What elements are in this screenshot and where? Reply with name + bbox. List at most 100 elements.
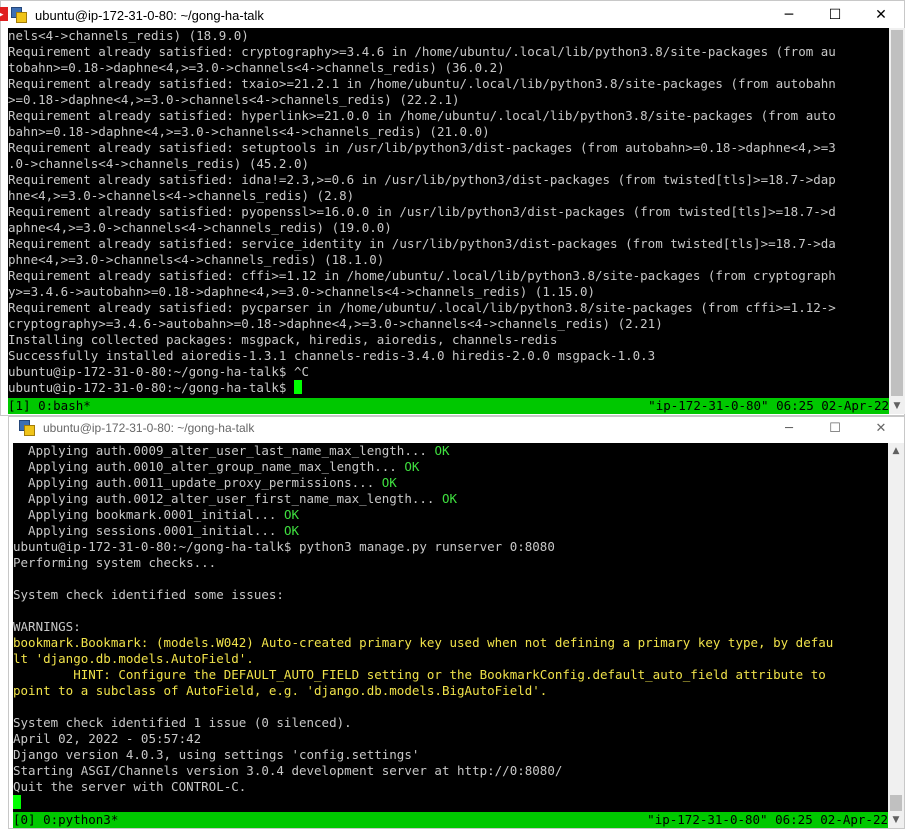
title-bar[interactable]: ▸ ubuntu@ip-172-31-0-80: ~/gong-ha-talk … [0,1,904,29]
close-button[interactable]: ✕ [858,417,904,439]
terminal-text: bahn>=0.18->daphne<4,>=3.0->channels<4->… [8,124,490,139]
terminal-text: Successfully installed aioredis-1.3.1 ch… [8,348,656,363]
title-bar[interactable]: ubuntu@ip-172-31-0-80: ~/gong-ha-talk ─ … [9,417,904,439]
terminal-line: Requirement already satisfied: pycparser… [8,300,889,316]
putty-app-icon[interactable] [19,420,35,436]
background-app-tab[interactable]: ▸ [0,7,8,21]
putty-app-icon[interactable] [11,7,27,23]
terminal-line: Requirement already satisfied: service_i… [8,236,889,252]
window-title: ubuntu@ip-172-31-0-80: ~/gong-ha-talk [35,7,264,23]
terminal-text: aphne<4,>=3.0->channels<4->channels_redi… [8,220,392,235]
terminal-text: Applying bookmark.0001_initial... [13,507,284,522]
terminal-text: Starting ASGI/Channels version 3.0.4 dev… [13,763,563,778]
terminal-lines: Applying auth.0009_alter_user_last_name_… [13,443,888,811]
terminal-line: Django version 4.0.3, using settings 'co… [13,747,888,763]
terminal-text: >=0.18->daphne<4,>=3.0->channels<4->chan… [8,92,460,107]
terminal-line: lt 'django.db.models.AutoField'. [13,651,888,667]
terminal-line: HINT: Configure the DEFAULT_AUTO_FIELD s… [13,667,888,683]
terminal-text: bookmark.Bookmark: (models.W042) Auto-cr… [13,635,834,650]
terminal-line: Applying auth.0012_alter_user_first_name… [13,491,888,507]
terminal-line: point to a subclass of AutoField, e.g. '… [13,683,888,699]
terminal-line: nels<4->channels_redis) (18.9.0) [8,28,889,44]
terminal-line: Requirement already satisfied: cffi>=1.1… [8,268,889,284]
terminal-line: Applying bookmark.0001_initial... OK [13,507,888,523]
terminal-cursor [293,380,302,394]
terminal-text: Requirement already satisfied: hyperlink… [8,108,836,123]
terminal-text: WARNINGS: [13,619,81,634]
tmux-window-list: [0] 0:python3* [13,812,119,827]
terminal-line: .0->channels<4->channels_redis) (45.2.0) [8,156,889,172]
terminal-text: ubuntu@ip-172-31-0-80:~/gong-ha-talk$ ^C [8,364,310,379]
terminal-text: ubuntu@ip-172-31-0-80:~/gong-ha-talk$ [8,380,294,395]
scroll-up-arrow-icon[interactable]: ▲ [888,443,904,459]
terminal-line: System check identified some issues: [13,587,888,603]
terminal-line: Applying auth.0009_alter_user_last_name_… [13,443,888,459]
status-ok-text: OK [283,523,299,538]
tmux-window-list: [1] 0:bash* [8,398,91,413]
terminal-line: ubuntu@ip-172-31-0-80:~/gong-ha-talk$ py… [13,539,888,555]
terminal-line: ubuntu@ip-172-31-0-80:~/gong-ha-talk$ ^C [8,364,889,380]
vertical-scrollbar[interactable]: ▲ ▼ [888,443,904,828]
terminal-text: Applying auth.0012_alter_user_first_name… [13,491,442,506]
terminal-text: April 02, 2022 - 05:57:42 [13,731,202,746]
terminal-line: hne<4,>=3.0->channels<4->channels_redis)… [8,188,889,204]
scrollbar-thumb[interactable] [891,30,903,396]
status-ok-text: OK [404,459,420,474]
terminal-text: Requirement already satisfied: cryptogra… [8,44,836,59]
scroll-down-arrow-icon[interactable]: ▼ [889,398,905,414]
terminal-text: Requirement already satisfied: txaio>=21… [8,76,836,91]
tmux-host-clock: "ip-172-31-0-80" 06:25 02-Apr-22 [648,398,889,413]
terminal-line: Quit the server with CONTROL-C. [13,779,888,795]
terminal-line: Installing collected packages: msgpack, … [8,332,889,348]
terminal-line: aphne<4,>=3.0->channels<4->channels_redi… [8,220,889,236]
status-ok-text: OK [381,475,397,490]
terminal-text: System check identified 1 issue (0 silen… [13,715,352,730]
terminal-line: Applying auth.0011_update_proxy_permissi… [13,475,888,491]
terminal-text: Requirement already satisfied: pycparser… [8,300,836,315]
terminal-line: Performing system checks... [13,555,888,571]
terminal-line: ubuntu@ip-172-31-0-80:~/gong-ha-talk$ [8,380,889,396]
window-title: ubuntu@ip-172-31-0-80: ~/gong-ha-talk [43,421,255,435]
status-ok-text: OK [283,507,299,522]
terminal-window-bottom[interactable]: ubuntu@ip-172-31-0-80: ~/gong-ha-talk ─ … [8,416,905,829]
minimize-button[interactable]: ─ [766,1,812,29]
terminal-line: bahn>=0.18->daphne<4,>=3.0->channels<4->… [8,124,889,140]
close-button[interactable]: ✕ [858,1,904,29]
maximize-button[interactable]: ☐ [812,1,858,29]
terminal-line: Requirement already satisfied: hyperlink… [8,108,889,124]
terminal-line: System check identified 1 issue (0 silen… [13,715,888,731]
terminal-text: lt 'django.db.models.AutoField'. [13,651,254,666]
scroll-down-arrow-icon[interactable]: ▼ [888,812,904,828]
terminal-output-bottom[interactable]: Applying auth.0009_alter_user_last_name_… [13,443,888,828]
terminal-text: Requirement already satisfied: setuptool… [8,140,836,155]
terminal-line: Requirement already satisfied: idna!=2.3… [8,172,889,188]
terminal-text: Performing system checks... [13,555,217,570]
terminal-line: April 02, 2022 - 05:57:42 [13,731,888,747]
terminal-line: Requirement already satisfied: setuptool… [8,140,889,156]
terminal-text: nels<4->channels_redis) (18.9.0) [8,28,249,43]
terminal-text: Requirement already satisfied: cffi>=1.1… [8,268,836,283]
terminal-line: Requirement already satisfied: cryptogra… [8,44,889,60]
terminal-text: Quit the server with CONTROL-C. [13,779,247,794]
terminal-line: Applying sessions.0001_initial... OK [13,523,888,539]
terminal-text: HINT: Configure the DEFAULT_AUTO_FIELD s… [13,667,826,682]
terminal-text: Requirement already satisfied: idna!=2.3… [8,172,836,187]
vertical-scrollbar[interactable]: ▼ [889,28,905,414]
maximize-button[interactable]: ☐ [812,417,858,439]
tmux-host-clock: "ip-172-31-0-80" 06:25 02-Apr-22 [647,812,888,827]
tmux-status-bar: [1] 0:bash* "ip-172-31-0-80" 06:25 02-Ap… [8,398,889,414]
terminal-line: WARNINGS: [13,619,888,635]
terminal-lines: nels<4->channels_redis) (18.9.0) Requirem… [8,28,889,396]
tmux-status-bar: [0] 0:python3* "ip-172-31-0-80" 06:25 02… [13,812,888,828]
terminal-text: Applying auth.0011_update_proxy_permissi… [13,475,382,490]
terminal-text: .0->channels<4->channels_redis) (45.2.0) [8,156,310,171]
terminal-output-top[interactable]: nels<4->channels_redis) (18.9.0) Requirem… [8,28,889,414]
minimize-button[interactable]: ─ [766,417,812,439]
terminal-text: Applying auth.0009_alter_user_last_name_… [13,443,435,458]
terminal-text: phne<4,>=3.0->channels<4->channels_redis… [8,252,385,267]
terminal-line: Successfully installed aioredis-1.3.1 ch… [8,348,889,364]
scrollbar-thumb[interactable] [890,795,902,811]
